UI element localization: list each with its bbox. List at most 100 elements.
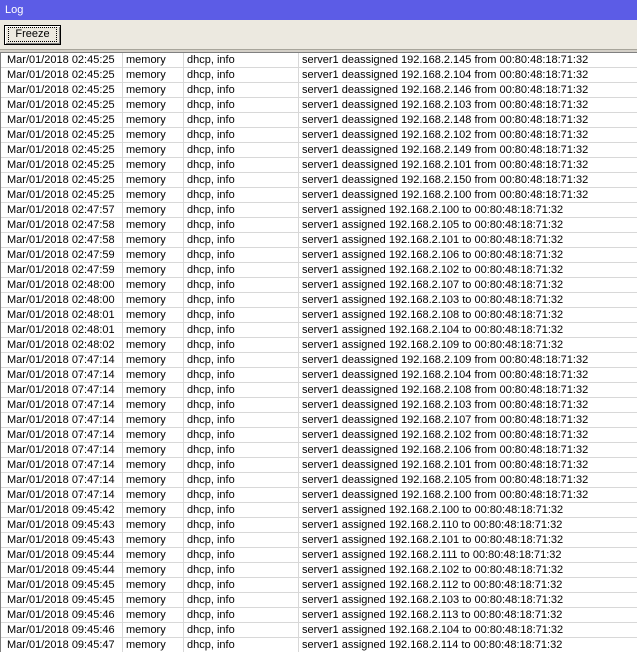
log-message-cell: server1 deassigned 192.168.2.107 from 00… <box>302 414 589 426</box>
log-row[interactable]: Mar/01/2018 07:47:14 memory dhcp, info serv… <box>1 383 637 398</box>
log-row[interactable]: Mar/01/2018 02:47:57 memory dhcp, info serv… <box>1 203 637 218</box>
log-row[interactable]: Mar/01/2018 02:45:25 memory dhcp, info serv… <box>1 143 637 158</box>
log-row[interactable]: Mar/01/2018 09:45:44 memory dhcp, info serv… <box>1 548 637 563</box>
log-row[interactable]: Mar/01/2018 07:47:14 memory dhcp, info serv… <box>1 368 637 383</box>
log-time-cell: Mar/01/2018 02:45:25 <box>4 53 123 67</box>
log-time-cell: Mar/01/2018 02:45:25 <box>4 98 123 112</box>
log-topics-cell: dhcp, info <box>184 68 299 82</box>
log-message-cell: server1 assigned 192.168.2.103 to 00:80:… <box>302 594 564 606</box>
log-buffer-cell: memory <box>123 128 184 142</box>
log-row[interactable]: Mar/01/2018 09:45:44 memory dhcp, info serv… <box>1 563 637 578</box>
log-topics-cell: dhcp, info <box>184 113 299 127</box>
log-time-cell: Mar/01/2018 02:45:25 <box>4 158 123 172</box>
log-list[interactable]: Mar/01/2018 02:45:25 memory dhcp, info serv… <box>0 52 637 652</box>
log-row[interactable]: Mar/01/2018 07:47:14 memory dhcp, info serv… <box>1 488 637 503</box>
log-time-cell: Mar/01/2018 02:45:25 <box>4 188 123 202</box>
log-row[interactable]: Mar/01/2018 07:47:14 memory dhcp, info serv… <box>1 473 637 488</box>
log-row[interactable]: Mar/01/2018 02:47:59 memory dhcp, info serv… <box>1 248 637 263</box>
log-row[interactable]: Mar/01/2018 09:45:47 memory dhcp, info serv… <box>1 638 637 652</box>
log-message-cell: server1 assigned 192.168.2.105 to 00:80:… <box>302 219 564 231</box>
log-topics-cell: dhcp, info <box>184 263 299 277</box>
log-row[interactable]: Mar/01/2018 09:45:45 memory dhcp, info serv… <box>1 578 637 593</box>
log-row[interactable]: Mar/01/2018 02:45:25 memory dhcp, info serv… <box>1 113 637 128</box>
log-row[interactable]: Mar/01/2018 02:45:25 memory dhcp, info serv… <box>1 98 637 113</box>
log-message-cell: server1 deassigned 192.168.2.103 from 00… <box>302 99 589 111</box>
log-buffer-cell: memory <box>123 518 184 532</box>
log-topics-cell: dhcp, info <box>184 563 299 577</box>
log-row[interactable]: Mar/01/2018 09:45:43 memory dhcp, info serv… <box>1 533 637 548</box>
log-time-cell: Mar/01/2018 09:45:46 <box>4 623 123 637</box>
log-row[interactable]: Mar/01/2018 07:47:14 memory dhcp, info serv… <box>1 458 637 473</box>
log-time-cell: Mar/01/2018 09:45:45 <box>4 593 123 607</box>
log-topics-cell: dhcp, info <box>184 503 299 517</box>
log-row[interactable]: Mar/01/2018 02:48:00 memory dhcp, info serv… <box>1 293 637 308</box>
log-topics-cell: dhcp, info <box>184 158 299 172</box>
log-buffer-cell: memory <box>123 443 184 457</box>
log-buffer-cell: memory <box>123 368 184 382</box>
log-message-cell: server1 deassigned 192.168.2.106 from 00… <box>302 444 589 456</box>
log-time-cell: Mar/01/2018 02:45:25 <box>4 113 123 127</box>
log-topics-cell: dhcp, info <box>184 323 299 337</box>
log-row[interactable]: Mar/01/2018 07:47:14 memory dhcp, info serv… <box>1 428 637 443</box>
log-message-cell: server1 assigned 192.168.2.101 to 00:80:… <box>302 234 564 246</box>
log-buffer-cell: memory <box>123 323 184 337</box>
log-topics-cell: dhcp, info <box>184 98 299 112</box>
log-row[interactable]: Mar/01/2018 02:47:59 memory dhcp, info serv… <box>1 263 637 278</box>
log-row[interactable]: Mar/01/2018 02:48:02 memory dhcp, info serv… <box>1 338 637 353</box>
log-row[interactable]: Mar/01/2018 02:48:01 memory dhcp, info serv… <box>1 323 637 338</box>
log-row[interactable]: Mar/01/2018 02:47:58 memory dhcp, info serv… <box>1 233 637 248</box>
window-title: Log <box>5 4 24 16</box>
log-row[interactable]: Mar/01/2018 07:47:14 memory dhcp, info serv… <box>1 353 637 368</box>
log-row[interactable]: Mar/01/2018 02:48:01 memory dhcp, info serv… <box>1 308 637 323</box>
log-time-cell: Mar/01/2018 02:45:25 <box>4 173 123 187</box>
log-row[interactable]: Mar/01/2018 02:45:25 memory dhcp, info serv… <box>1 68 637 83</box>
log-row[interactable]: Mar/01/2018 02:45:25 memory dhcp, info serv… <box>1 53 637 68</box>
log-row[interactable]: Mar/01/2018 09:45:46 memory dhcp, info serv… <box>1 623 637 638</box>
log-row[interactable]: Mar/01/2018 02:45:25 memory dhcp, info serv… <box>1 188 637 203</box>
log-row[interactable]: Mar/01/2018 09:45:46 memory dhcp, info serv… <box>1 608 637 623</box>
log-message-cell: server1 assigned 192.168.2.102 to 00:80:… <box>302 264 564 276</box>
log-message-cell: server1 assigned 192.168.2.106 to 00:80:… <box>302 249 564 261</box>
window-title-bar[interactable]: Log <box>0 0 637 20</box>
log-row[interactable]: Mar/01/2018 07:47:14 memory dhcp, info serv… <box>1 413 637 428</box>
log-row[interactable]: Mar/01/2018 02:45:25 memory dhcp, info serv… <box>1 83 637 98</box>
log-time-cell: Mar/01/2018 02:48:01 <box>4 308 123 322</box>
log-topics-cell: dhcp, info <box>184 83 299 97</box>
log-message-cell: server1 deassigned 192.168.2.108 from 00… <box>302 384 589 396</box>
log-topics-cell: dhcp, info <box>184 623 299 637</box>
log-buffer-cell: memory <box>123 548 184 562</box>
log-row[interactable]: Mar/01/2018 07:47:14 memory dhcp, info serv… <box>1 443 637 458</box>
log-row[interactable]: Mar/01/2018 07:47:14 memory dhcp, info serv… <box>1 398 637 413</box>
log-message-cell: server1 deassigned 192.168.2.150 from 00… <box>302 174 589 186</box>
log-buffer-cell: memory <box>123 173 184 187</box>
log-message-cell: server1 assigned 192.168.2.103 to 00:80:… <box>302 294 564 306</box>
log-topics-cell: dhcp, info <box>184 518 299 532</box>
log-topics-cell: dhcp, info <box>184 248 299 262</box>
log-message-cell: server1 deassigned 192.168.2.145 from 00… <box>302 54 589 66</box>
toolbar: Freeze <box>0 20 637 50</box>
freeze-button[interactable]: Freeze <box>4 25 61 45</box>
log-topics-cell: dhcp, info <box>184 638 299 652</box>
log-row[interactable]: Mar/01/2018 02:45:25 memory dhcp, info serv… <box>1 128 637 143</box>
log-time-cell: Mar/01/2018 02:48:00 <box>4 293 123 307</box>
log-row[interactable]: Mar/01/2018 09:45:43 memory dhcp, info serv… <box>1 518 637 533</box>
log-time-cell: Mar/01/2018 07:47:14 <box>4 368 123 382</box>
log-row[interactable]: Mar/01/2018 09:45:42 memory dhcp, info serv… <box>1 503 637 518</box>
log-time-cell: Mar/01/2018 07:47:14 <box>4 353 123 367</box>
log-row[interactable]: Mar/01/2018 09:45:45 memory dhcp, info serv… <box>1 593 637 608</box>
log-topics-cell: dhcp, info <box>184 353 299 367</box>
log-message-cell: server1 deassigned 192.168.2.105 from 00… <box>302 474 589 486</box>
log-topics-cell: dhcp, info <box>184 338 299 352</box>
log-buffer-cell: memory <box>123 83 184 97</box>
log-time-cell: Mar/01/2018 09:45:44 <box>4 563 123 577</box>
log-time-cell: Mar/01/2018 09:45:43 <box>4 518 123 532</box>
log-time-cell: Mar/01/2018 02:48:01 <box>4 323 123 337</box>
log-row[interactable]: Mar/01/2018 02:48:00 memory dhcp, info serv… <box>1 278 637 293</box>
log-message-cell: server1 deassigned 192.168.2.148 from 00… <box>302 114 589 126</box>
log-time-cell: Mar/01/2018 02:45:25 <box>4 128 123 142</box>
log-row[interactable]: Mar/01/2018 02:45:25 memory dhcp, info serv… <box>1 158 637 173</box>
log-row[interactable]: Mar/01/2018 02:47:58 memory dhcp, info serv… <box>1 218 637 233</box>
log-message-cell: server1 assigned 192.168.2.107 to 00:80:… <box>302 279 564 291</box>
log-buffer-cell: memory <box>123 638 184 652</box>
log-row[interactable]: Mar/01/2018 02:45:25 memory dhcp, info serv… <box>1 173 637 188</box>
